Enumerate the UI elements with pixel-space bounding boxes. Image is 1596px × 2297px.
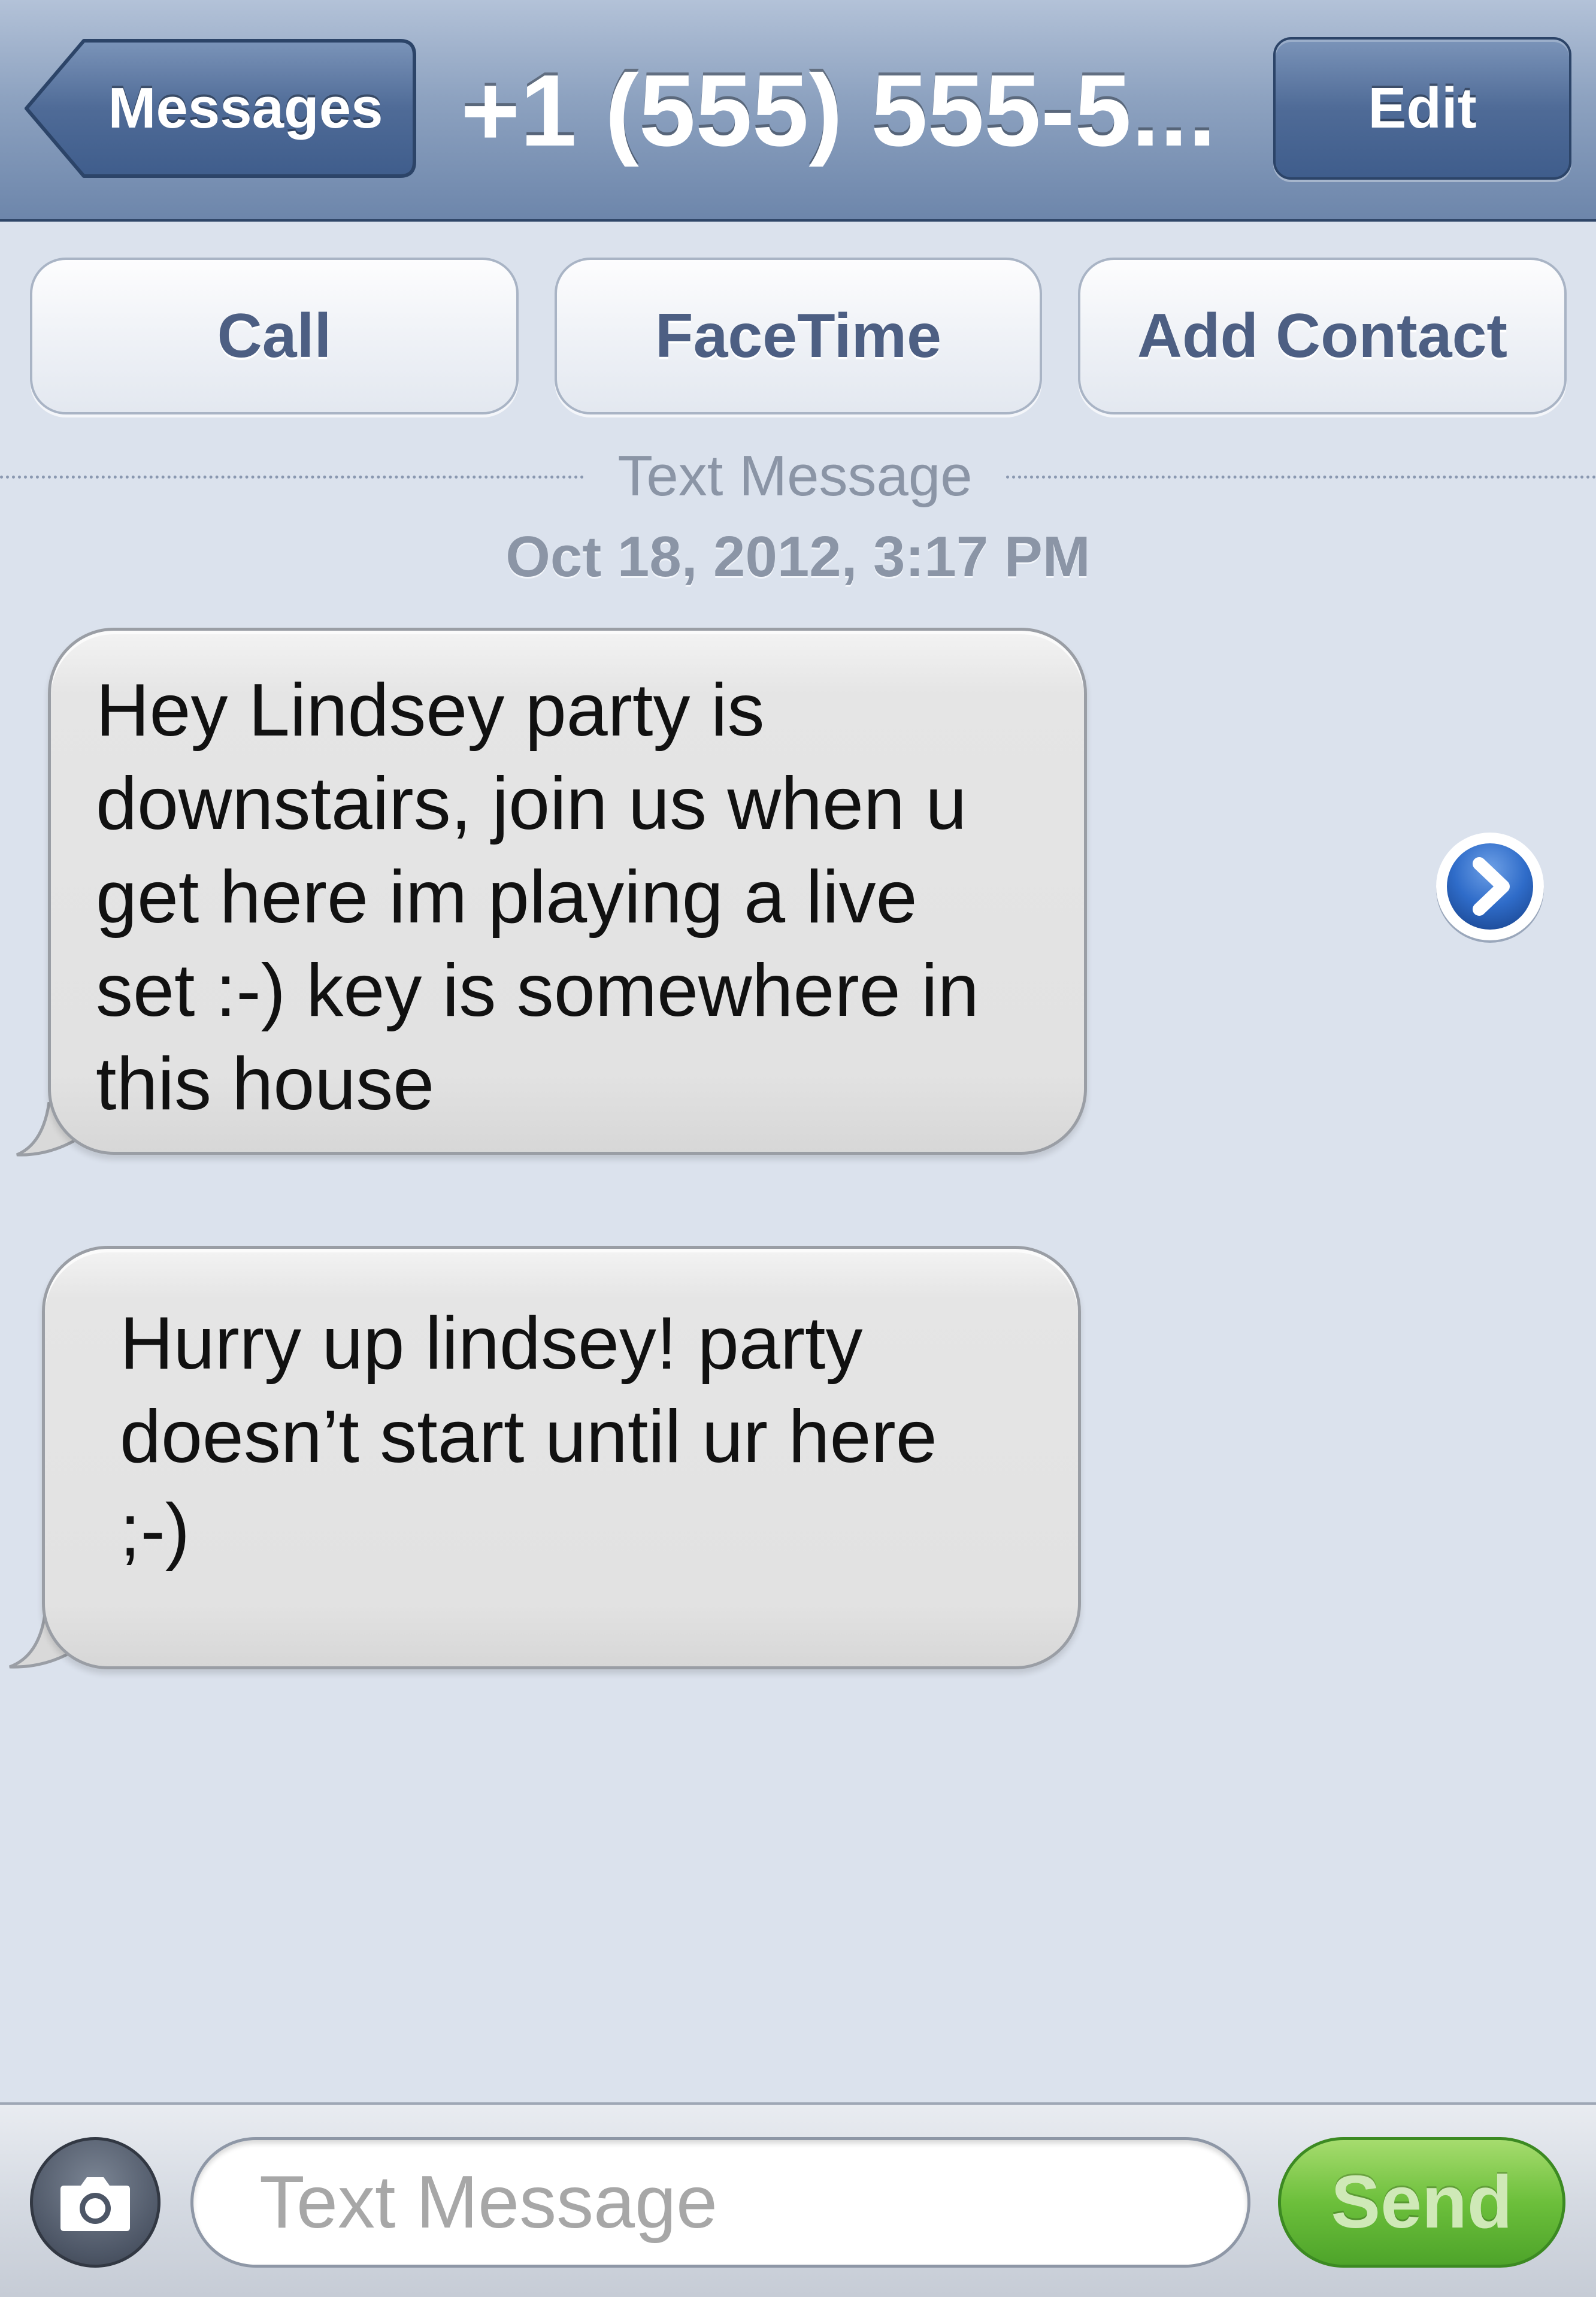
messages-back-button[interactable]: Messages	[24, 37, 418, 180]
message-line: downstairs, join us when u	[96, 762, 967, 845]
chevron-right-circle-icon[interactable]	[1430, 827, 1550, 946]
message-line: ;-)	[120, 1489, 190, 1572]
service-label: Text Message	[617, 444, 973, 508]
message-line: Hurry up lindsey! party	[120, 1302, 863, 1385]
facetime-button[interactable]: FaceTime	[555, 258, 1042, 414]
add-contact-button[interactable]: Add Contact	[1078, 258, 1567, 414]
dotted-divider-left	[0, 476, 584, 479]
message-line: get here im playing a live	[96, 856, 917, 939]
message-bubble-incoming[interactable]: Hey Lindsey party is downstairs, join us…	[48, 628, 1087, 1155]
message-line: this house	[96, 1043, 435, 1125]
camera-button[interactable]	[30, 2137, 160, 2268]
conversation-title: +1 (555) 555-5...	[461, 54, 1216, 168]
back-button-label: Messages	[108, 76, 383, 140]
message-line: doesn’t start until ur here	[120, 1396, 937, 1478]
navigation-bar: Messages +1 (555) 555-5... Edit	[0, 0, 1596, 222]
send-button[interactable]: Send	[1278, 2137, 1565, 2268]
message-bubble-incoming[interactable]: Hurry up lindsey! party doesn’t start un…	[42, 1246, 1081, 1669]
dotted-divider-right	[1006, 476, 1596, 479]
camera-icon	[60, 2177, 130, 2231]
message-timestamp: Oct 18, 2012, 3:17 PM	[505, 525, 1091, 589]
call-button[interactable]: Call	[30, 258, 519, 414]
message-line: set :-) key is somewhere in	[96, 949, 979, 1032]
edit-button[interactable]: Edit	[1273, 37, 1571, 180]
message-line: Hey Lindsey party is	[96, 669, 765, 752]
message-input[interactable]	[190, 2137, 1250, 2268]
